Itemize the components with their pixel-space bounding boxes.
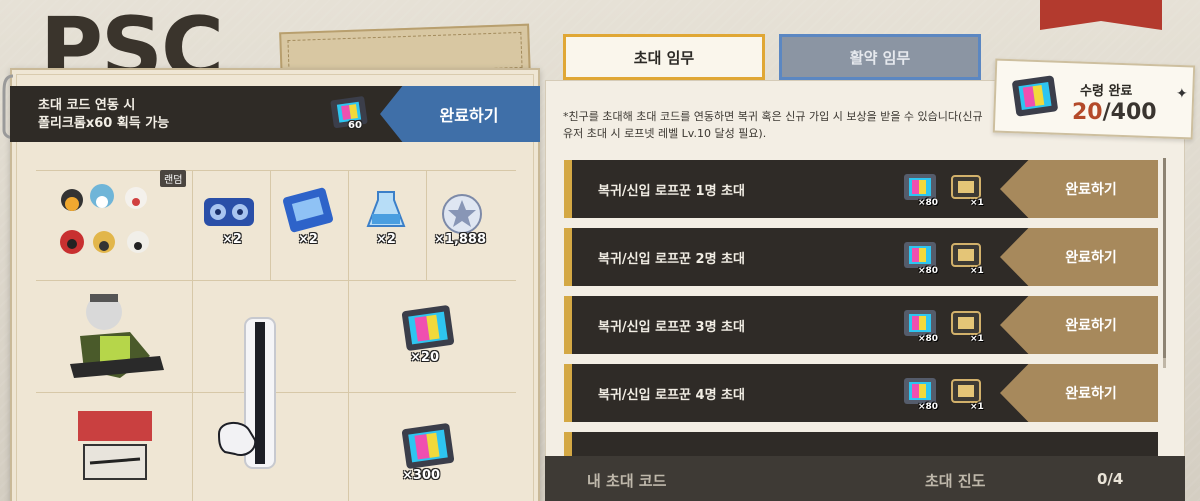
mission-label: 복귀/신입 로프꾼 4명 초대	[598, 388, 745, 403]
coin-icon	[442, 194, 482, 234]
my-code-label: 내 초대 코드	[587, 472, 667, 490]
top-strip	[0, 0, 240, 8]
mission-label: 복귀/신입 로프꾼 3명 초대	[598, 320, 745, 335]
mission-reward-qty: ×1	[970, 266, 984, 276]
bottom-bar: 내 초대 코드 초대 진도 0/4	[545, 456, 1185, 501]
game-console-icon	[217, 317, 276, 469]
mission-complete-button[interactable]: 완료하기	[1000, 160, 1158, 218]
mission-reward-qty: ×1	[970, 402, 984, 412]
grid-line	[36, 170, 516, 171]
progress-value: 20/400	[1072, 100, 1157, 125]
mission-complete-button[interactable]: 완료하기	[1000, 296, 1158, 354]
mission-row: 복귀/신입 로프꾼 2명 초대 ×80 ×1 완료하기	[564, 228, 1158, 286]
mission-reward-qty: ×1	[970, 334, 984, 344]
grid-line	[348, 170, 349, 501]
grid-line	[192, 170, 193, 501]
reward-qty: ×1,888	[434, 232, 487, 247]
invite-banner-text: 초대 코드 연동 시 폴리크롬x60 획득 가능	[38, 97, 169, 133]
mission-complete-button[interactable]: 완료하기	[1000, 228, 1158, 286]
mission-label: 복귀/신입 로프꾼 1명 초대	[598, 184, 745, 199]
mission-row-partial	[564, 432, 1158, 456]
progress-current: 20	[1072, 100, 1103, 125]
reward-qty: ×2	[222, 232, 242, 247]
mission-reward-qty: ×80	[918, 198, 939, 208]
tab-activity-missions[interactable]: 활약 임무	[779, 34, 981, 80]
grid-line	[36, 280, 516, 281]
reward-qty: ×2	[376, 232, 396, 247]
mission-row: 복귀/신입 로프꾼 4명 초대 ×80 ×1 완료하기	[564, 364, 1158, 422]
character-figure-icon	[70, 294, 164, 378]
mission-label: 복귀/신입 로프꾼 2명 초대	[598, 252, 745, 267]
mission-row: 복귀/신입 로프꾼 3명 초대 ×80 ×1 완료하기	[564, 296, 1158, 354]
reward-qty: ×2	[298, 232, 318, 247]
blue-vial-icon	[366, 191, 406, 227]
creature-figures-icon	[60, 184, 149, 254]
tape-reel-icon	[204, 198, 254, 226]
banner-reward-qty: 60	[348, 120, 362, 131]
invite-banner-line1: 초대 코드 연동 시	[38, 98, 136, 113]
polychrome-icon	[1012, 75, 1058, 117]
blue-card-icon	[282, 187, 334, 233]
polychrome-icon: 60	[328, 94, 372, 134]
invite-note: *친구를 초대해 초대 코드를 연동하면 복귀 혹은 신규 가입 시 보상을 받…	[563, 110, 983, 140]
mission-row: 복귀/신입 로프꾼 1명 초대 ×80 ×1 완료하기	[564, 160, 1158, 218]
invite-banner-line2: 폴리크롬x60 획득 가능	[38, 116, 170, 131]
mission-reward-qty: ×80	[918, 266, 939, 276]
sparkle-icon: ✦	[1176, 86, 1188, 102]
tab-invite-missions[interactable]: 초대 임무	[563, 34, 765, 80]
grid-line	[426, 170, 427, 280]
mission-complete-button[interactable]: 완료하기	[1000, 364, 1158, 422]
keychain-acrylic-icon	[78, 411, 152, 480]
mission-reward-qty: ×80	[918, 334, 939, 344]
reward-qty: ×300	[402, 468, 441, 483]
mission-reward-qty: ×80	[918, 402, 939, 412]
grid-line	[270, 170, 271, 280]
invite-complete-button[interactable]: 완료하기	[380, 86, 540, 142]
scrollbar-thumb[interactable]	[1163, 158, 1166, 358]
invite-progress-label: 초대 진도	[925, 472, 986, 490]
progress-total: /400	[1102, 100, 1157, 125]
mission-reward-qty: ×1	[970, 198, 984, 208]
reward-qty: ×20	[410, 350, 439, 365]
invite-progress-value: 0/4	[1097, 470, 1124, 488]
polychrome-icon	[401, 423, 455, 469]
progress-label: 수령 완료	[1080, 84, 1133, 99]
polychrome-icon	[401, 305, 455, 351]
